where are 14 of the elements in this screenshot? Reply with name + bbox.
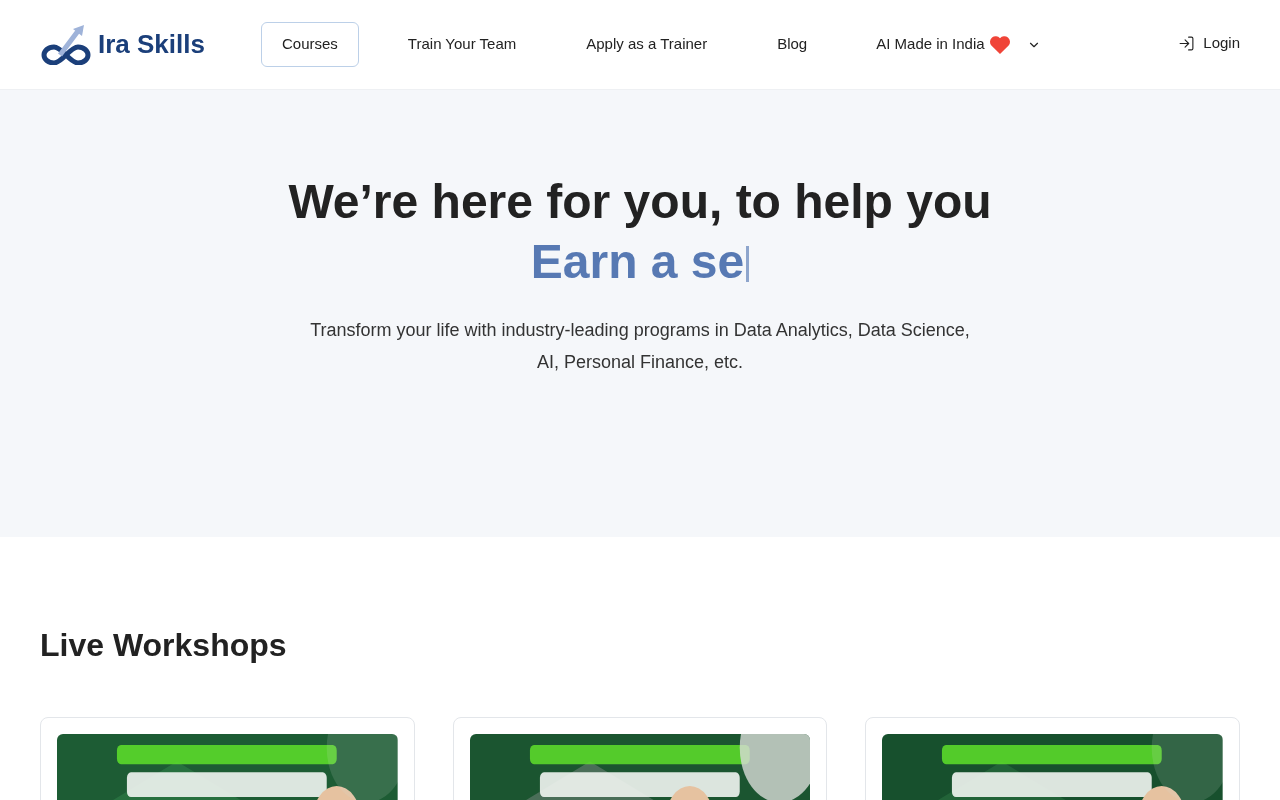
nav-dropdown[interactable]: AI Made in India — [856, 23, 1061, 66]
nav-link[interactable]: Blog — [756, 22, 829, 67]
heart-icon — [988, 34, 1011, 55]
section-title: Live Workshops — [40, 626, 288, 665]
typed-text: Earn a se — [530, 234, 745, 290]
nav-link[interactable]: Train Your Team — [386, 22, 538, 67]
login-icon — [1178, 35, 1196, 52]
login-button[interactable]: Login — [1178, 32, 1240, 55]
text-cursor — [746, 246, 750, 282]
logo-text: Ira Skills — [98, 28, 205, 61]
hero-title: We’re here for you, to help you — [288, 174, 992, 230]
nav-link[interactable]: Apply as a Trainer — [565, 22, 729, 67]
hero-subtitle: Transform your life with industry-leading programs in Data Analytics, Data Science, AI, Personal Finance, etc. — [309, 319, 971, 374]
nav-link[interactable]: Courses — [261, 22, 359, 67]
